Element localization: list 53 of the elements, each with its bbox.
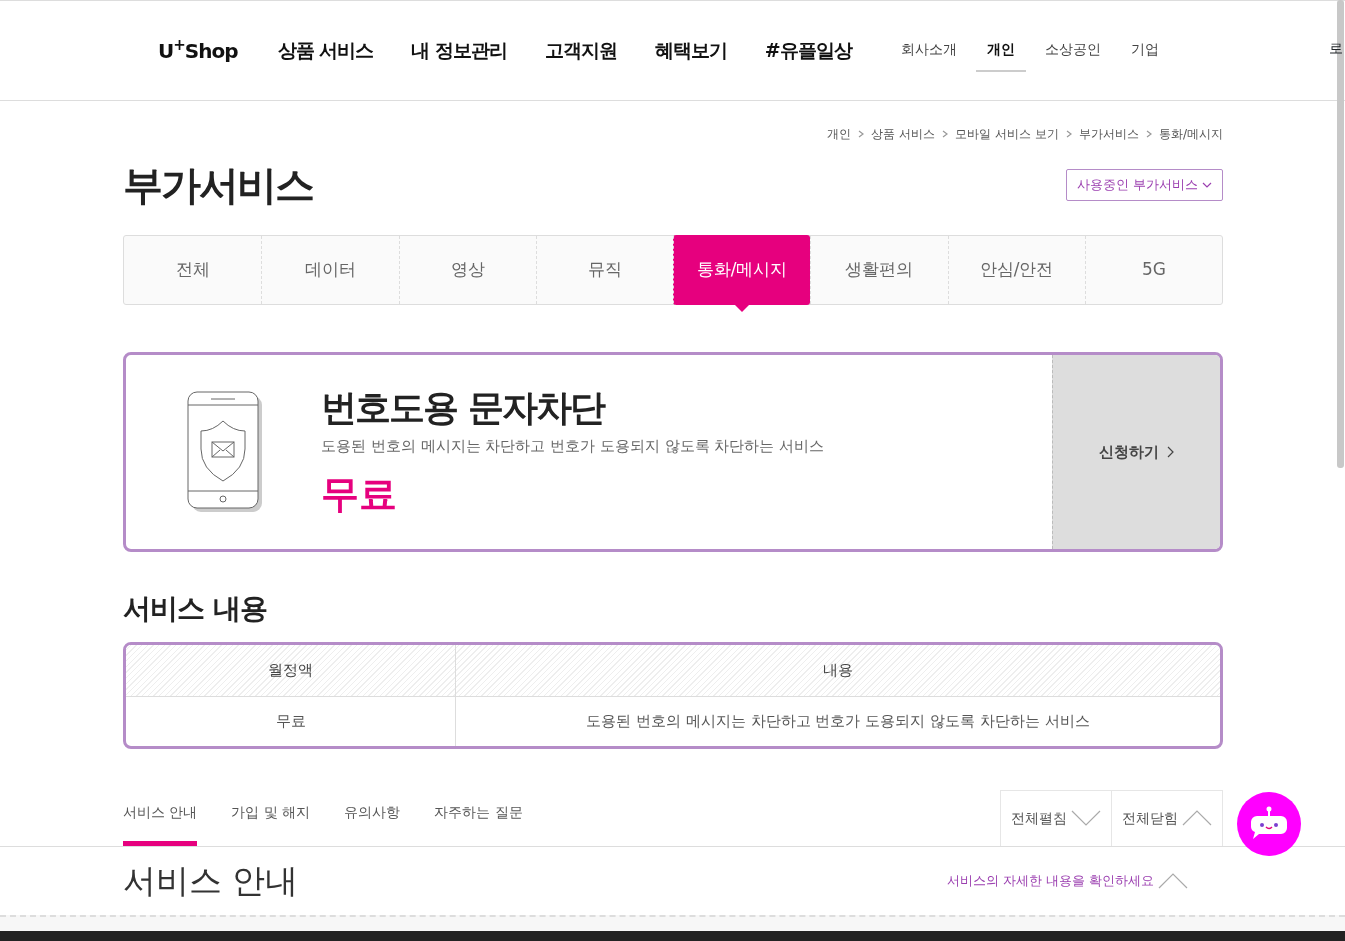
caret-icon	[1182, 810, 1212, 827]
category-tab[interactable]: 데이터	[261, 236, 399, 304]
column-header: 내용	[822, 659, 854, 681]
logo[interactable]: U$^{+}$Shop	[158, 35, 238, 66]
tab-pointer-icon	[735, 305, 750, 312]
nav-link[interactable]: 회사소개	[889, 29, 968, 72]
nav-link[interactable]: 개인	[975, 29, 1026, 72]
nav-link[interactable]: 기업	[1119, 29, 1170, 72]
page-title: 부가서비스	[123, 161, 313, 210]
table-cell: 무료	[126, 696, 456, 746]
nav-link[interactable]: #유플일상	[764, 36, 852, 65]
column-header: 월정액	[126, 644, 456, 696]
hint-link[interactable]: 서비스의 자세한 내용을 확인하세요	[946, 870, 1188, 891]
chevron-icon	[1145, 130, 1152, 138]
chevron-icon	[942, 130, 949, 138]
category-tab[interactable]: 5G	[1084, 236, 1222, 304]
service-description: 도용된 번호의 메시지는 차단하고 번호가 도용되지 않도록 차단하는 서비스	[321, 436, 825, 458]
chevron-icon	[1065, 130, 1072, 138]
service-price: 무료	[321, 470, 398, 518]
breadcrumb-link[interactable]: 모바일 서비스 보기	[955, 125, 1059, 143]
chevron-icon	[1167, 446, 1174, 458]
section-title: 서비스 내용	[123, 592, 268, 626]
robot-icon	[1249, 806, 1289, 842]
nav-link[interactable]: 소상공인	[1033, 29, 1112, 72]
caret-icon	[1158, 872, 1188, 889]
section-heading: 서비스 안내	[123, 859, 299, 902]
detail-tab[interactable]: 가입 및 해지	[231, 800, 311, 846]
breadcrumb-link[interactable]: 개인	[827, 125, 852, 143]
breadcrumb-link[interactable]: 통화/메시지	[1158, 125, 1223, 143]
apply-button[interactable]: 신청하기	[1052, 355, 1220, 549]
table-cell-text: 도용된 번호의 메시지는 차단하고 번호가 도용되지 않도록 차단하는 서비스	[585, 710, 1091, 732]
caret-icon	[1202, 182, 1212, 188]
breadcrumb-link[interactable]: 상품 서비스	[871, 125, 936, 143]
detail-tab[interactable]: 자주하는 질문	[434, 800, 523, 846]
service-name: 번호도용 문자차단	[321, 386, 606, 431]
detail-tab[interactable]: 유의사항	[344, 800, 401, 846]
category-tab[interactable]: 생활편의	[810, 236, 948, 304]
breadcrumb-link[interactable]: 부가서비스	[1078, 125, 1139, 143]
expand-all-button[interactable]: 전체펼침	[1000, 789, 1112, 846]
caret-icon	[1071, 810, 1101, 827]
detail-tab[interactable]: 서비스 안내	[123, 800, 198, 846]
dropdown-button[interactable]: 사용중인 부가서비스	[1065, 169, 1223, 201]
nav-link[interactable]: 로	[1329, 38, 1343, 59]
nav-link[interactable]: 고객지원	[544, 36, 617, 65]
nav-link[interactable]: 상품 서비스	[277, 36, 374, 65]
category-tab[interactable]: 전체	[124, 236, 262, 304]
collapse-all-button[interactable]: 전체닫힘	[1112, 789, 1223, 846]
nav-link[interactable]: 혜택보기	[654, 36, 727, 65]
category-tab[interactable]: 영상	[398, 236, 536, 304]
phone-shield-icon	[187, 391, 263, 513]
nav-link[interactable]: 내 정보관리	[411, 36, 507, 65]
chevron-icon	[858, 130, 865, 138]
category-tab[interactable]: 안심/안전	[947, 236, 1085, 304]
